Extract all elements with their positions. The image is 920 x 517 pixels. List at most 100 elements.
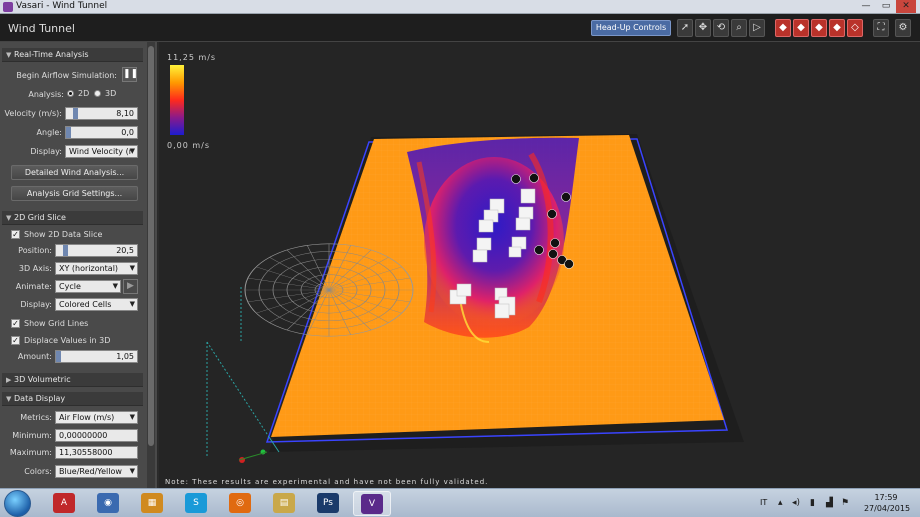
view-front-icon: ◆ xyxy=(797,22,805,33)
pause-simulation-button[interactable]: ❚❚ xyxy=(122,67,139,82)
view-side-button[interactable]: ◆ xyxy=(811,19,827,37)
angle-slider-field[interactable]: 0,0 xyxy=(65,126,138,139)
amount-slider-field[interactable]: 1,05 xyxy=(55,350,138,363)
clock-date[interactable]: 27/04/2015 xyxy=(860,504,914,513)
settings-gear-icon: ⚙ xyxy=(898,22,908,33)
amount-slider-thumb[interactable] xyxy=(56,351,61,362)
vasari-app-icon xyxy=(3,2,13,12)
animate-dropdown[interactable]: Cycle ▼ xyxy=(55,280,121,293)
chrome-app-button[interactable]: ◉ xyxy=(89,491,127,516)
view-side-icon: ◆ xyxy=(815,22,823,33)
tray-chevron-icon[interactable]: ▴ xyxy=(778,498,783,508)
start-button[interactable] xyxy=(4,490,31,517)
maximum-label: Maximum: xyxy=(9,448,52,457)
minimum-field[interactable]: 0,00000000 xyxy=(55,429,138,442)
analysis-3d-radio[interactable] xyxy=(94,90,101,97)
play-button[interactable]: ▷ xyxy=(749,19,765,37)
display-mode-value: Wind Velocity (r xyxy=(69,147,132,156)
axis-dropdown[interactable]: XY (horizontal) ▼ xyxy=(55,262,138,275)
settings-panel: ▼ Real-Time Analysis Begin Airflow Simula… xyxy=(0,42,158,488)
axis-value: XY (horizontal) xyxy=(59,264,119,273)
tray-language[interactable]: IT xyxy=(760,498,767,507)
signal-icon[interactable]: ▟ xyxy=(826,498,833,508)
angle-slider-thumb[interactable] xyxy=(66,127,71,138)
slice-display-label: Display: xyxy=(20,300,52,309)
firefox-app-button[interactable]: ◎ xyxy=(221,491,259,516)
settings-gear-button[interactable]: ⚙ xyxy=(895,19,911,37)
analysis-grid-settings-button[interactable]: Analysis Grid Settings... xyxy=(11,186,138,201)
velocity-value: 8,10 xyxy=(116,109,134,118)
chevron-down-icon: ▼ xyxy=(129,147,135,155)
action-center-icon[interactable]: ⚑ xyxy=(841,498,849,508)
wind-simulation-scene[interactable] xyxy=(159,42,920,488)
fit-view-button[interactable]: ⛶ xyxy=(873,19,889,37)
view-front-button[interactable]: ◆ xyxy=(793,19,809,37)
angle-value: 0,0 xyxy=(121,128,134,137)
velocity-slider-field[interactable]: 8,10 xyxy=(65,107,138,120)
pause-icon: ❚❚ xyxy=(123,69,139,79)
position-slider-thumb[interactable] xyxy=(63,245,68,256)
display-mode-dropdown[interactable]: Wind Velocity (r ▼ xyxy=(65,145,138,158)
skype-app-icon: S xyxy=(185,493,207,513)
select-cursor-button[interactable]: ➚ xyxy=(677,19,693,37)
minimize-button[interactable]: — xyxy=(856,0,876,13)
slice-display-dropdown[interactable]: Colored Cells ▼ xyxy=(55,298,138,311)
panel-scrollbar-thumb[interactable] xyxy=(148,46,154,446)
detailed-wind-analysis-button[interactable]: Detailed Wind Analysis... xyxy=(11,165,138,180)
position-slider-field[interactable]: 20,5 xyxy=(55,244,138,257)
section-data-display[interactable]: ▼ Data Display xyxy=(2,392,143,406)
photoshop-app-button[interactable]: Ps xyxy=(309,491,347,516)
section-3d-volumetric[interactable]: ▶ 3D Volumetric xyxy=(2,373,143,387)
panel-scrollbar[interactable] xyxy=(147,42,155,488)
orbit-button[interactable]: ⟲ xyxy=(713,19,729,37)
wind-rose-spoke xyxy=(269,257,330,291)
wind-rose-spoke xyxy=(256,266,330,291)
axis-gizmo xyxy=(206,287,280,463)
network-icon[interactable]: ▮ xyxy=(810,498,815,508)
office-app-button[interactable]: ▦ xyxy=(133,491,171,516)
maximum-field[interactable]: 11,30558000 xyxy=(55,446,138,459)
display-label: Display: xyxy=(30,147,62,156)
tool-header: Wind Tunnel Head-Up Controls ➚ ✥ ⟲ ⌕ ▷ ◆ ◆ ◆ ◆ ◇ ⛶… xyxy=(0,14,920,42)
metrics-dropdown[interactable]: Air Flow (m/s) ▼ xyxy=(55,411,138,424)
fit-view-icon: ⛶ xyxy=(877,22,885,33)
axis-label: 3D Axis: xyxy=(18,264,52,273)
clock-time[interactable]: 17:59 xyxy=(866,493,906,502)
explorer-app-button[interactable]: ▤ xyxy=(265,491,303,516)
section-realtime-analysis[interactable]: ▼ Real-Time Analysis xyxy=(2,48,143,62)
section-2d-grid-slice[interactable]: ▼ 2D Grid Slice xyxy=(2,211,143,225)
view-iso-button[interactable]: ◇ xyxy=(847,19,863,37)
view-top-button[interactable]: ◆ xyxy=(829,19,845,37)
color-legend-bar xyxy=(170,65,184,135)
animate-play-button[interactable]: ▶ xyxy=(123,279,138,294)
animate-value: Cycle xyxy=(59,282,81,291)
firefox-app-icon: ◎ xyxy=(229,493,251,513)
head-up-controls-button[interactable]: Head-Up Controls xyxy=(591,20,671,36)
colors-dropdown[interactable]: Blue/Red/Yellow ▼ xyxy=(55,465,138,478)
angle-label: Angle: xyxy=(36,128,62,137)
show-grid-lines-checkbox[interactable]: ✓ xyxy=(11,319,20,328)
chevron-right-icon: ▶ xyxy=(6,376,12,384)
begin-simulation-label: Begin Airflow Simulation: xyxy=(16,71,117,80)
pan-icon: ✥ xyxy=(698,22,708,33)
skype-app-button[interactable]: S xyxy=(177,491,215,516)
velocity-slider-thumb[interactable] xyxy=(73,108,78,119)
show-2d-slice-checkbox[interactable]: ✓ xyxy=(11,230,20,239)
close-button[interactable]: ✕ xyxy=(896,0,916,13)
3d-viewport[interactable]: 11,25 m/s 0,00 m/s Note: These results a… xyxy=(159,42,920,488)
pan-button[interactable]: ✥ xyxy=(695,19,711,37)
displace-values-checkbox[interactable]: ✓ xyxy=(11,336,20,345)
analysis-3d-label: 3D xyxy=(105,89,117,98)
view-cube-button[interactable]: ◆ xyxy=(775,19,791,37)
autocad-app-button[interactable]: A xyxy=(45,491,83,516)
wind-rose-dial[interactable] xyxy=(244,243,414,337)
chevron-down-icon: ▼ xyxy=(112,282,118,290)
vasari-app-button[interactable]: V xyxy=(353,491,391,516)
colors-value: Blue/Red/Yellow xyxy=(59,467,122,476)
analysis-2d-radio[interactable] xyxy=(67,90,74,97)
zoom-button[interactable]: ⌕ xyxy=(731,19,747,37)
velocity-label: Velocity (m/s): xyxy=(4,109,62,118)
windows-taskbar: A ◉ ▦ S ◎ ▤ Ps V IT ▴ ◂) ▮ ▟ ⚑ 17:59 27/04/2015 xyxy=(0,488,920,517)
maximize-button[interactable]: ▭ xyxy=(876,0,896,13)
volume-icon[interactable]: ◂) xyxy=(792,498,800,508)
